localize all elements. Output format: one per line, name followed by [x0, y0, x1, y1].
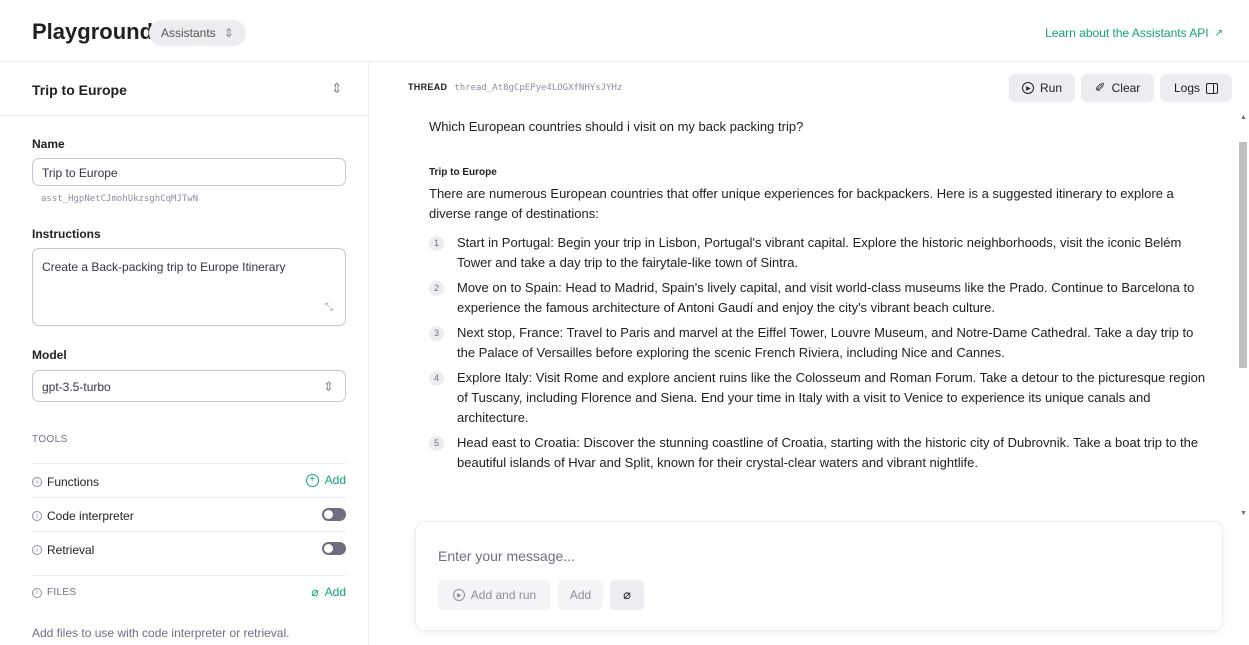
list-item-text: Move on to Spain: Head to Madrid, Spain'…	[457, 280, 1195, 315]
attach-file-button[interactable]: ⌀	[610, 580, 644, 610]
paperclip-icon: ⌀	[623, 587, 631, 602]
tool-label: i Functions	[32, 475, 99, 489]
list-item-text: Explore Italy: Visit Rome and explore an…	[457, 370, 1206, 425]
chevron-up-down-icon: ⇕	[223, 26, 234, 40]
name-input[interactable]: Trip to Europe	[32, 158, 346, 186]
list-item: 3 Next stop, France: Travel to Paris and …	[429, 323, 1209, 363]
chevron-up-down-icon: ⇕	[323, 379, 334, 394]
top-header: Playground Assistants ⇕ Learn about the …	[0, 0, 1249, 62]
name-label: Name	[32, 137, 65, 151]
play-circle-icon: ▶	[1021, 82, 1034, 94]
add-and-run-label: Add and run	[470, 588, 537, 602]
message-list: Which European countries should i visit …	[429, 112, 1209, 522]
tool-name: Functions	[47, 475, 100, 489]
code-interpreter-toggle[interactable]	[322, 508, 346, 521]
tools-section-label: TOOLS	[32, 434, 68, 445]
add-label: Add	[324, 585, 346, 599]
mode-label: Assistants	[161, 26, 216, 40]
info-icon[interactable]: i	[32, 511, 42, 521]
list-number: 4	[429, 371, 444, 386]
assistant-name-label: Trip to Europe	[429, 167, 497, 178]
scrollbar-thumb[interactable]	[1239, 142, 1247, 368]
clear-button[interactable]: ✐ Clear	[1081, 74, 1154, 102]
assistant-config-sidebar: Trip to Europe ⇕ Name Trip to Europe ass…	[0, 62, 369, 645]
add-function-button[interactable]: + Add	[305, 473, 346, 487]
scroll-down-icon[interactable]: ▼	[1240, 510, 1247, 517]
broom-icon: ✐	[1094, 80, 1106, 95]
itinerary-list: 1 Start in Portugal: Begin your trip in L…	[429, 233, 1209, 473]
add-file-button[interactable]: ⌀ Add	[311, 585, 346, 599]
list-item: 1 Start in Portugal: Begin your trip in L…	[429, 233, 1209, 273]
scroll-up-icon[interactable]: ▲	[1240, 114, 1247, 121]
tool-row-code-interpreter: i Code interpreter	[32, 497, 346, 531]
files-row: i FILES ⌀ Add	[32, 575, 346, 609]
logs-label: Logs	[1173, 81, 1201, 95]
mode-selector[interactable]: Assistants ⇕	[149, 20, 246, 46]
learn-assistants-api-link[interactable]: Learn about the Assistants API ↗	[1045, 26, 1223, 40]
retrieval-toggle[interactable]	[322, 542, 346, 555]
model-label: Model	[32, 348, 67, 362]
info-icon[interactable]: i	[32, 587, 42, 598]
model-value: gpt-3.5-turbo	[42, 380, 111, 394]
learn-link-label: Learn about the Assistants API	[1045, 26, 1209, 40]
list-item-text: Next stop, France: Travel to Paris and m…	[457, 325, 1194, 360]
list-item: 4 Explore Italy: Visit Rome and explore a…	[429, 368, 1209, 428]
info-icon[interactable]: i	[32, 545, 42, 555]
add-label: Add	[324, 473, 346, 487]
run-button[interactable]: ▶ Run	[1009, 74, 1075, 102]
tool-row-functions: i Functions + Add	[32, 463, 346, 497]
chevron-up-down-icon: ⇕	[331, 80, 343, 96]
list-item: 5 Head east to Croatia: Discover the stun…	[429, 433, 1209, 473]
message-composer: ▶ Add and run Add ⌀	[415, 521, 1223, 631]
user-message: Which European countries should i visit …	[429, 119, 804, 134]
brand-title: Playground	[32, 19, 154, 44]
tool-label: i Code interpreter	[32, 509, 134, 523]
logs-button[interactable]: Logs	[1160, 74, 1232, 102]
assistant-id: asst_HgpNetCJmohUkzsghCqMJTwN	[41, 194, 199, 204]
paperclip-icon: ⌀	[311, 585, 319, 599]
panel-icon	[1206, 82, 1219, 94]
list-number: 1	[429, 236, 444, 251]
list-item-text: Start in Portugal: Begin your trip in Li…	[457, 235, 1182, 270]
tool-row-retrieval: i Retrieval	[32, 531, 346, 565]
list-number: 5	[429, 436, 444, 451]
resize-handle-icon[interactable]: ⤡	[325, 302, 333, 313]
files-section-label: FILES	[47, 587, 77, 598]
thread-header: THREAD thread_At8gCpEPye4LOGXfNHYsJYHz	[408, 82, 622, 93]
instructions-textarea[interactable]: Create a Back-packing trip to Europe Iti…	[32, 248, 346, 326]
clear-label: Clear	[1111, 81, 1141, 95]
files-hint: Add files to use with code interpreter o…	[32, 626, 290, 640]
list-number: 2	[429, 281, 444, 296]
instructions-label: Instructions	[32, 227, 101, 241]
add-label: Add	[569, 588, 592, 602]
list-item-text: Head east to Croatia: Discover the stunn…	[457, 435, 1199, 470]
play-circle-icon: ▶	[452, 589, 465, 601]
model-select[interactable]: gpt-3.5-turbo ⇕	[32, 370, 346, 402]
add-message-button[interactable]: Add	[558, 580, 603, 610]
files-label: i FILES	[32, 587, 76, 598]
external-link-icon: ↗	[1214, 27, 1223, 39]
message-input[interactable]	[438, 548, 1198, 564]
info-icon[interactable]: i	[32, 477, 42, 487]
tool-label: i Retrieval	[32, 543, 94, 557]
run-label: Run	[1039, 81, 1062, 95]
assistant-selector[interactable]: Trip to Europe ⇕	[0, 62, 368, 116]
thread-id: thread_At8gCpEPye4LOGXfNHYsJYHz	[454, 83, 623, 93]
plus-circle-icon: +	[305, 473, 319, 487]
add-and-run-button[interactable]: ▶ Add and run	[438, 580, 551, 610]
assistant-selector-label: Trip to Europe	[32, 82, 127, 98]
list-number: 3	[429, 326, 444, 341]
assistant-message-intro: There are numerous European countries th…	[429, 186, 1174, 221]
list-item: 2 Move on to Spain: Head to Madrid, Spain…	[429, 278, 1209, 318]
tool-name: Code interpreter	[47, 509, 134, 523]
thread-label: THREAD	[408, 82, 448, 92]
tool-name: Retrieval	[47, 543, 95, 557]
